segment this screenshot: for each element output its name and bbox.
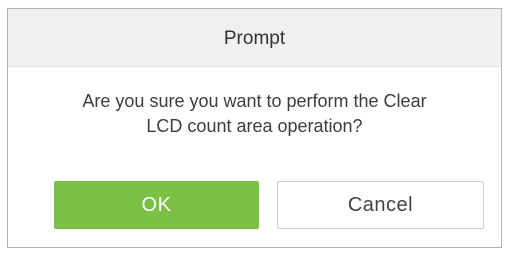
dialog-message-line-1: Are you sure you want to perform the Cle… bbox=[82, 91, 427, 111]
dialog-title: Prompt bbox=[223, 27, 286, 49]
prompt-dialog: Prompt Are you sure you want to perform … bbox=[7, 8, 502, 248]
dialog-message-line-2: LCD count area operation? bbox=[146, 116, 363, 136]
dialog-message: Are you sure you want to perform the Cle… bbox=[8, 89, 501, 139]
dialog-header: Prompt bbox=[8, 9, 501, 67]
cancel-button[interactable]: Cancel bbox=[277, 181, 484, 229]
ok-button[interactable]: OK bbox=[54, 181, 259, 229]
